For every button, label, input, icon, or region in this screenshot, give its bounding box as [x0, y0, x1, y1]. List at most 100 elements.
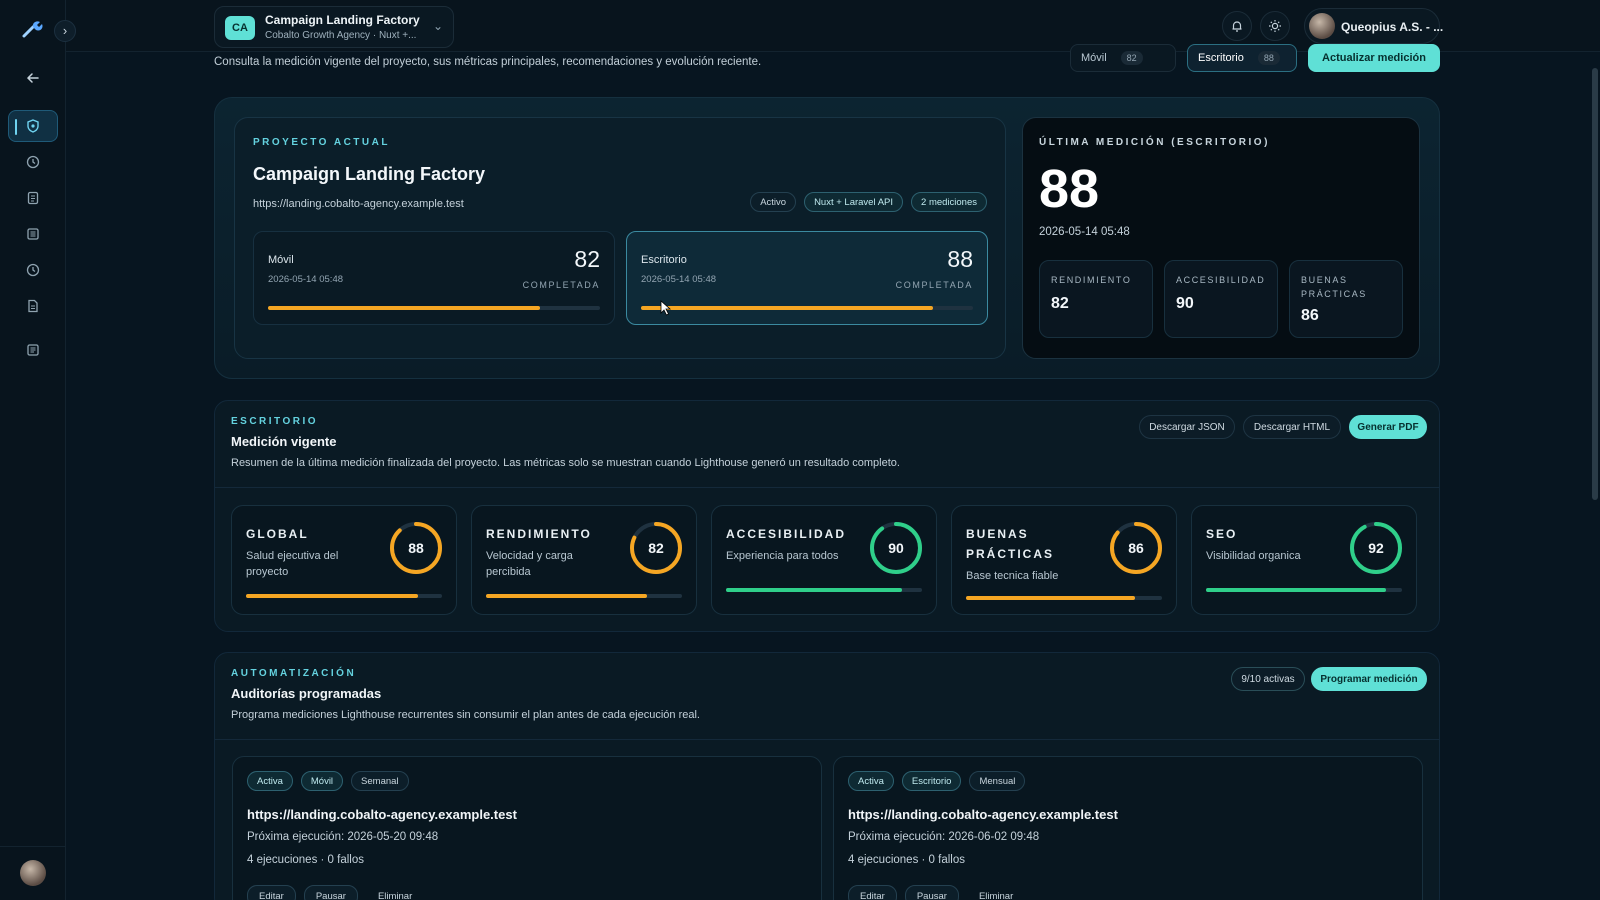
project-switcher[interactable]: CA Campaign Landing Factory Cobalto Grow… — [214, 6, 454, 48]
score-ring: 86 — [1108, 520, 1164, 576]
metric-title: ACCESIBILIDAD — [726, 527, 847, 541]
generate-pdf-button[interactable]: Generar PDF — [1349, 415, 1427, 439]
eyebrow: ÚLTIMA MEDICIÓN (ESCRITORIO) — [1039, 137, 1270, 148]
sidebar-item-reports[interactable] — [8, 182, 58, 214]
tab-desktop[interactable]: Escritorio 88 — [1187, 44, 1297, 72]
device-status: COMPLETADA — [522, 280, 600, 290]
measurement-date: 2026-05-14 05:48 — [1039, 226, 1130, 238]
device-card-desktop[interactable]: Escritorio 2026-05-14 05:48 88 COMPLETAD… — [626, 231, 988, 325]
page-description: Consulta la medición vigente del proyect… — [214, 56, 762, 68]
device-card-mobile[interactable]: Móvil 2026-05-14 05:48 82 COMPLETADA — [253, 231, 615, 325]
metric-label: RENDIMIENTO — [1051, 275, 1132, 285]
bell-icon[interactable] — [1222, 11, 1252, 41]
list-icon — [27, 228, 39, 240]
wrench-tool-icon[interactable] — [20, 16, 46, 42]
metric-subtitle: Velocidad y carga percibida — [486, 550, 573, 578]
score-ring: 92 — [1348, 520, 1404, 576]
metric-title: SEO — [1206, 527, 1238, 541]
progress-fill — [1206, 588, 1387, 592]
update-measurement-button[interactable]: Actualizar medición — [1308, 44, 1440, 72]
divider — [215, 739, 1439, 740]
schedule-actions: Editar Pausar Eliminar — [848, 885, 1025, 900]
ring-value: 88 — [408, 540, 424, 556]
progress-bar — [641, 306, 973, 310]
section-description: Resumen de la última medición finalizada… — [231, 457, 900, 469]
delete-button[interactable]: Eliminar — [967, 885, 1025, 900]
metric-card-accessibility: ACCESIBILIDAD Experiencia para todos 90 — [711, 505, 937, 615]
pause-button[interactable]: Pausar — [904, 885, 959, 900]
device-date: 2026-05-14 05:48 — [268, 274, 344, 285]
device-badge: Móvil — [300, 771, 344, 791]
sidebar-item-schedule[interactable] — [8, 254, 58, 286]
tab-label: Escritorio — [1198, 52, 1244, 64]
download-html-button[interactable]: Descargar HTML — [1243, 415, 1341, 439]
scrollbar[interactable] — [1592, 68, 1598, 500]
mini-metric-performance: RENDIMIENTO 82 — [1039, 260, 1153, 338]
metric-subtitle: Experiencia para todos — [726, 550, 839, 562]
score-ring: 88 — [388, 520, 444, 576]
tab-count: 88 — [1257, 51, 1280, 65]
list-icon — [27, 344, 39, 356]
sidebar-item-files[interactable] — [8, 290, 58, 322]
edit-button[interactable]: Editar — [247, 885, 296, 900]
clock-icon — [26, 263, 40, 277]
tab-mobile[interactable]: Móvil 82 — [1070, 44, 1176, 72]
edit-button[interactable]: Editar — [848, 885, 897, 900]
ring-value: 86 — [1128, 540, 1144, 556]
ring-value: 82 — [648, 540, 664, 556]
sidebar-item-logs[interactable] — [8, 334, 58, 366]
project-name: Campaign Landing Factory — [265, 13, 420, 27]
schedule-measurement-button[interactable]: Programar medición — [1311, 667, 1427, 691]
progress-bar — [486, 594, 682, 598]
sidebar-divider — [0, 846, 66, 847]
metric-card-best-practices: BUENAS PRÁCTICAS Base tecnica fiable 86 — [951, 505, 1177, 615]
last-measurement-card: ÚLTIMA MEDICIÓN (ESCRITORIO) 88 2026-05-… — [1022, 117, 1420, 359]
file-icon — [28, 299, 38, 313]
sidebar-item-list[interactable] — [8, 218, 58, 250]
progress-fill — [486, 594, 647, 598]
project-url[interactable]: https://landing.cobalto-agency.example.t… — [253, 198, 464, 210]
section-description: Programa mediciones Lighthouse recurrent… — [231, 709, 700, 721]
document-icon — [27, 191, 39, 205]
eyebrow: PROYECTO ACTUAL — [253, 137, 390, 148]
download-json-button[interactable]: Descargar JSON — [1139, 415, 1235, 439]
eyebrow: ESCRITORIO — [231, 416, 319, 427]
metric-card-seo: SEO Visibilidad organica 92 — [1191, 505, 1417, 615]
project-badge: CA — [225, 16, 255, 40]
frequency-badge: Mensual — [969, 771, 1026, 791]
progress-bar — [268, 306, 600, 310]
section-title: Auditorías programadas — [231, 686, 382, 701]
metric-value: 86 — [1301, 307, 1319, 324]
arrow-left-icon[interactable] — [8, 62, 58, 94]
desktop-measurement-section: ESCRITORIO Medición vigente Resumen de l… — [214, 400, 1440, 632]
project-title: Campaign Landing Factory — [253, 164, 486, 184]
progress-bar — [726, 588, 922, 592]
sidebar-item-history[interactable] — [8, 146, 58, 178]
sidebar-item-overview[interactable] — [8, 110, 58, 142]
device-badge: Escritorio — [901, 771, 962, 791]
delete-button[interactable]: Eliminar — [366, 885, 424, 900]
metric-value: 82 — [1051, 295, 1069, 312]
device-score: 82 — [574, 246, 600, 272]
metric-label: ACCESIBILIDAD — [1176, 275, 1266, 285]
avatar[interactable] — [20, 860, 46, 886]
run-stats: 4 ejecuciones · 0 fallos — [247, 854, 364, 866]
metric-subtitle: Salud ejecutiva del proyecto — [246, 550, 339, 578]
ring-value: 90 — [888, 540, 904, 556]
device-name: Móvil — [268, 254, 294, 266]
metric-title: RENDIMIENTO — [486, 527, 592, 541]
progress-bar — [966, 596, 1162, 600]
metric-value: 90 — [1176, 295, 1194, 312]
stack-badge: Nuxt + Laravel API — [804, 192, 904, 212]
pause-button[interactable]: Pausar — [303, 885, 358, 900]
schedule-card: Activa Móvil Semanal https://landing.cob… — [232, 756, 822, 900]
status-badge: Activa — [247, 771, 293, 791]
sun-icon[interactable] — [1260, 11, 1290, 41]
user-menu[interactable]: Queopius A.S. - ... — [1304, 8, 1443, 44]
project-subtitle: Cobalto Growth Agency · Nuxt +... — [265, 30, 417, 41]
metric-subtitle: Base tecnica fiable — [966, 570, 1059, 582]
eyebrow: AUTOMATIZACIÓN — [231, 668, 357, 679]
schedule-tags: Activa Escritorio Mensual — [848, 771, 1026, 791]
progress-fill — [246, 594, 419, 598]
chevron-right-icon[interactable]: › — [54, 20, 76, 42]
